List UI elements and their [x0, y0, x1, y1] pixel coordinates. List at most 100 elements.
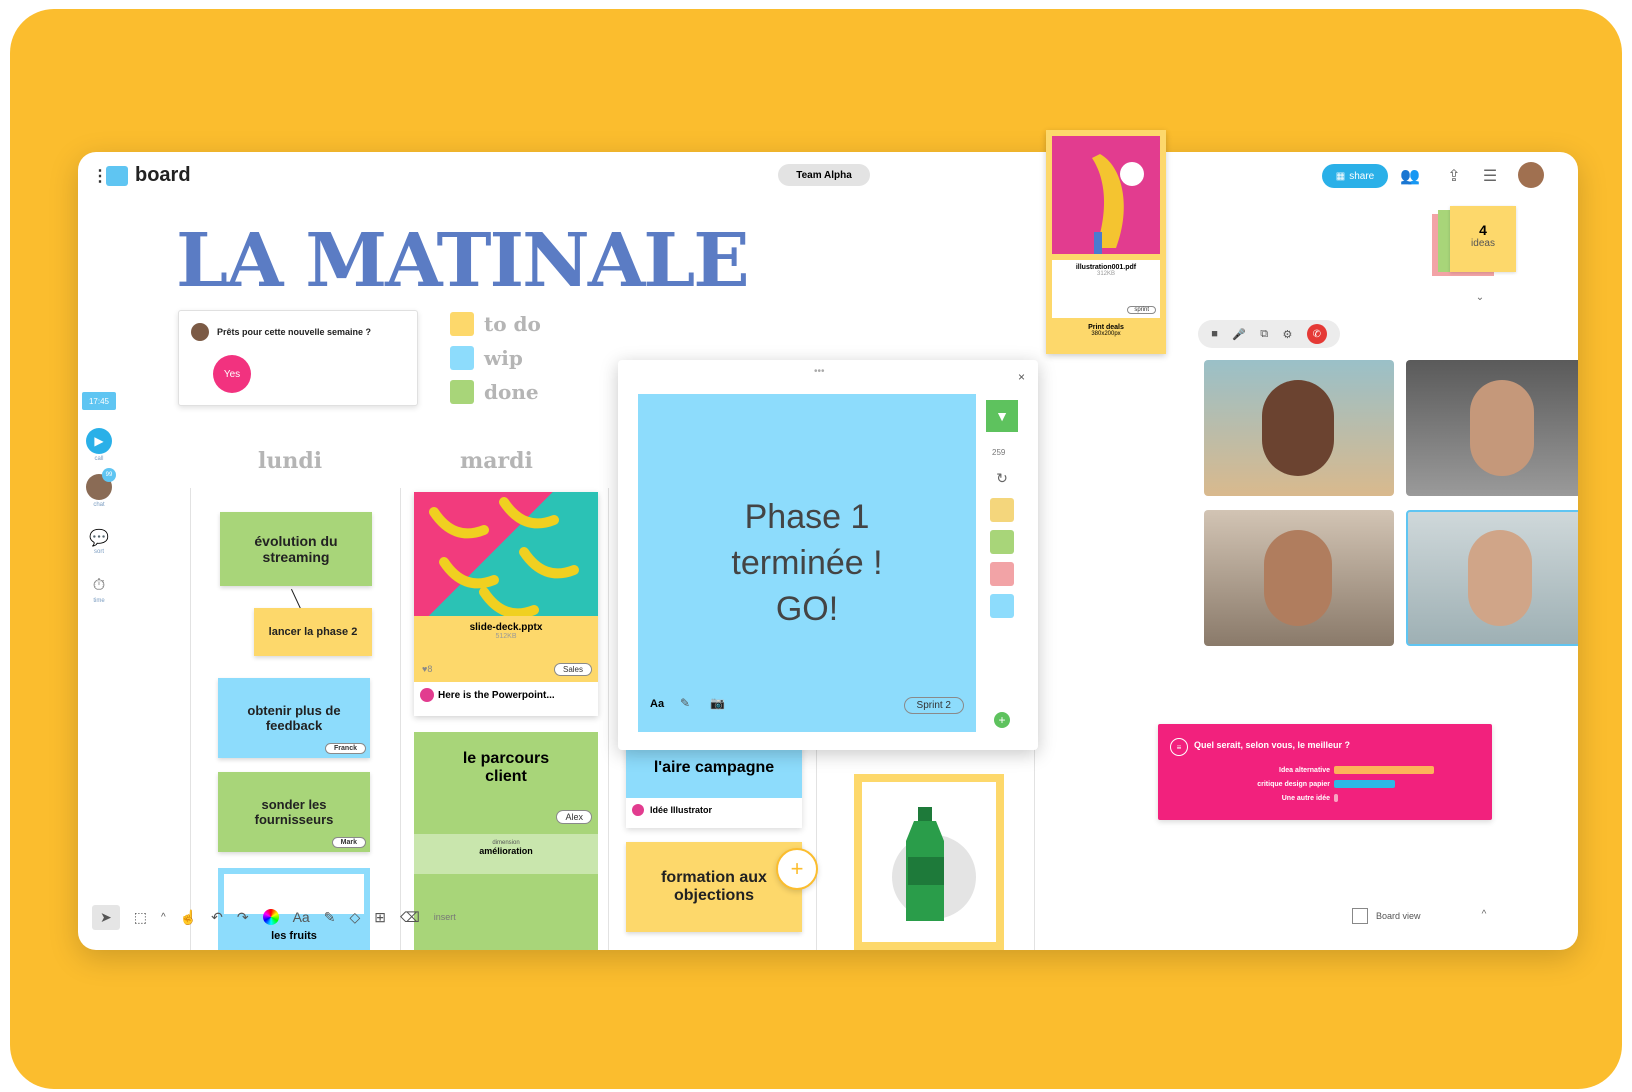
select-tool-icon[interactable]: ➤ — [92, 904, 120, 930]
poll-option-3-label: Une autre idée — [1281, 794, 1330, 802]
card-obtenir-feedback[interactable]: obtenir plus de feedback Franck — [218, 678, 370, 758]
board-logo-icon — [106, 166, 128, 186]
poll-option-2[interactable]: critique design papier — [1198, 780, 1458, 788]
file-card-slide-deck[interactable]: slide-deck.pptx 512KB ♥8 Sales Here is t… — [414, 492, 598, 716]
board-view-button[interactable]: Board view — [1352, 908, 1421, 924]
export-icon[interactable]: ⇪ — [1442, 164, 1466, 188]
legend: to do wip done — [450, 312, 541, 404]
file-name: slide-deck.pptx — [469, 622, 543, 633]
pdf-footer: Print deals 380x200px — [1046, 318, 1166, 337]
card-obtenir-feedback-tag[interactable]: Franck — [325, 743, 366, 754]
mic-icon[interactable]: 🎤 — [1232, 328, 1246, 341]
chevron-down-icon[interactable]: ⌄ — [1468, 288, 1492, 306]
undo-icon[interactable]: ↶ — [211, 909, 223, 926]
poll-option-1-bar — [1334, 766, 1434, 774]
legend-item-todo: to do — [450, 312, 541, 336]
video-tile-1[interactable] — [1204, 360, 1394, 496]
board-view-icon — [1352, 908, 1368, 924]
insert-label[interactable]: insert — [434, 912, 456, 922]
column-header-mardi: mardi — [460, 448, 533, 474]
sticky-editor-popup[interactable]: ••• × Phase 1 terminée ! GO! Aa ✎ 📷 Spri… — [618, 360, 1038, 750]
pdf-card[interactable]: illustration001.pdf 312KB sprint Print d… — [1046, 130, 1166, 354]
popup-swatch-blue[interactable] — [990, 594, 1014, 618]
bottle-illustration — [892, 807, 976, 921]
card-sonder-fournisseurs-text: sonder les fournisseurs — [254, 797, 334, 827]
column-header-lundi: lundi — [258, 448, 323, 474]
popup-add-color-button[interactable]: + — [994, 712, 1010, 728]
popup-text-line3: GO! — [775, 590, 839, 628]
card-parcours-tag[interactable]: Alex — [556, 810, 592, 824]
popup-sticky-text[interactable]: Phase 1 terminée ! GO! — [638, 494, 976, 632]
pen-tool-icon[interactable]: ✎ — [324, 909, 336, 926]
chat-bubble-icon[interactable]: 💬 — [86, 528, 112, 548]
poll-card[interactable]: ≡ Quel serait, selon vous, le meilleur ?… — [1158, 724, 1492, 820]
video-tile-4[interactable] — [1406, 510, 1578, 646]
likes-count[interactable]: ♥8 — [422, 664, 432, 674]
text-tool[interactable]: Aa — [293, 909, 310, 925]
popup-swatch-green[interactable] — [990, 530, 1014, 554]
video-tile-2[interactable] — [1406, 360, 1578, 496]
popup-sprint-tag[interactable]: Sprint 2 — [903, 697, 964, 714]
popup-send-button[interactable]: ▼ — [986, 400, 1018, 432]
screen-share-icon[interactable]: ⧉ — [1260, 328, 1268, 341]
poll-option-1[interactable]: Idea alternative — [1198, 766, 1458, 774]
shape-tool-icon[interactable]: ◇ — [349, 909, 360, 926]
legend-label-wip: wip — [484, 346, 523, 370]
ideas-stack[interactable]: 4 ideas — [1450, 206, 1516, 272]
popup-pen-icon[interactable]: ✎ — [680, 696, 690, 710]
timer-icon[interactable]: ⏱ — [86, 576, 112, 596]
banana-illustration — [1092, 154, 1144, 254]
share-button[interactable]: ▦ share — [1322, 164, 1388, 188]
comment-avatar — [420, 688, 434, 702]
popup-drag-handle[interactable]: ••• — [814, 366, 825, 377]
hand-tool-icon[interactable]: ☝ — [180, 909, 197, 926]
popup-camera-icon[interactable]: 📷 — [710, 696, 725, 710]
chat-card[interactable]: Prêts pour cette nouvelle semaine ? Yes — [178, 310, 418, 406]
participants-icon[interactable]: 👥 — [1398, 164, 1422, 188]
pdf-tag[interactable]: sprint — [1127, 306, 1156, 314]
user-avatar[interactable] — [1518, 162, 1544, 188]
chat-reply-bubble[interactable]: Yes — [213, 355, 251, 393]
card-sonder-fournisseurs-tag[interactable]: Mark — [331, 837, 366, 848]
popup-refresh-icon[interactable]: ↻ — [990, 468, 1014, 488]
frame-tool-icon[interactable]: ⬚ — [134, 909, 147, 926]
board-view-chevron-icon[interactable]: ^ — [1476, 906, 1492, 922]
file-tag-sales[interactable]: Sales — [553, 663, 592, 676]
card-sonder-fournisseurs[interactable]: sonder les fournisseurs Mark — [218, 772, 370, 852]
poll-option-3[interactable]: Une autre idée — [1198, 794, 1458, 802]
popup-swatch-red[interactable] — [990, 562, 1014, 586]
popup-sticky[interactable]: Phase 1 terminée ! GO! Aa ✎ 📷 Sprint 2 — [638, 394, 976, 732]
campagne-comment: Idée Illustrator — [626, 798, 802, 822]
parcours-sub2: amélioration — [479, 846, 533, 856]
file-info-area: slide-deck.pptx 512KB ♥8 Sales — [414, 616, 598, 682]
popup-close-icon[interactable]: × — [1018, 370, 1025, 384]
bottle-image-card[interactable] — [854, 774, 1004, 950]
call-label: call — [94, 456, 104, 462]
participant-2-face — [1470, 380, 1534, 476]
video-settings-icon[interactable]: ⚙ — [1283, 328, 1293, 341]
redo-icon[interactable]: ↷ — [237, 909, 249, 926]
board-canvas[interactable]: ⋮ board Team Alpha ▦ share 👥 ⇪ ☰ LA MATI… — [78, 152, 1578, 950]
card-campagne[interactable]: l'aire campagne Idée Illustrator — [626, 738, 802, 828]
connector-tool-icon[interactable]: ⊞ — [374, 909, 386, 926]
hang-up-icon[interactable]: ✆ — [1306, 324, 1327, 344]
pdf-thumbnail — [1052, 136, 1160, 254]
video-tile-3[interactable] — [1204, 510, 1394, 646]
team-name-pill[interactable]: Team Alpha — [778, 164, 870, 186]
settings-sliders-icon[interactable]: ☰ — [1478, 164, 1502, 188]
collapse-chevron-icon[interactable]: ^ — [161, 912, 166, 923]
card-lancer-phase-2[interactable]: lancer la phase 2 — [254, 608, 372, 656]
video-call-button[interactable]: ▶ — [86, 428, 112, 454]
legend-swatch-wip — [450, 346, 474, 370]
color-picker-icon[interactable] — [262, 909, 279, 925]
card-evolution-streaming[interactable]: évolution du streaming — [220, 512, 372, 586]
camera-toggle-icon[interactable]: ■ — [1211, 328, 1218, 340]
ideas-count: 4 — [1479, 222, 1487, 238]
participant-4-face — [1468, 530, 1532, 626]
eraser-icon[interactable]: ⌫ — [400, 909, 420, 926]
popup-swatch-yellow[interactable] — [990, 498, 1014, 522]
popup-text-tool[interactable]: Aa — [650, 698, 664, 710]
file-comment: Here is the Powerpoint... — [414, 682, 598, 708]
card-formation-objections[interactable]: formation aux objections — [626, 842, 802, 932]
add-card-button[interactable]: + — [776, 848, 818, 890]
